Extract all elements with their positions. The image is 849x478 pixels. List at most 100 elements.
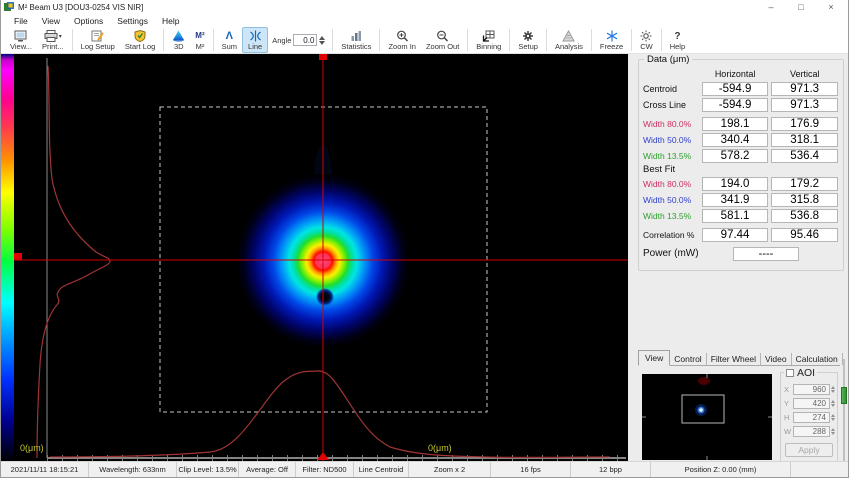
power-value: ---- <box>733 247 799 261</box>
zoom-in-icon <box>396 30 409 43</box>
print-button[interactable]: ▾ Print... <box>37 27 69 53</box>
toolbar-separator <box>467 29 468 51</box>
maximize-button[interactable]: □ <box>786 0 816 14</box>
line-profile-icon <box>249 30 262 43</box>
zoom-out-button[interactable]: Zoom Out <box>421 27 464 53</box>
aoi-apply-button[interactable]: Apply <box>785 443 833 457</box>
toolbar-separator <box>72 29 73 51</box>
table-row-correlation: Correlation % 97.44 95.46 <box>641 227 841 243</box>
status-spacer <box>791 462 848 477</box>
toolbar-separator <box>509 29 510 51</box>
aoi-w-input[interactable]: 288 <box>793 426 830 437</box>
analysis-button[interactable]: Analysis <box>550 27 588 53</box>
best-fit-label: Best Fit <box>641 164 841 176</box>
camera-preview[interactable] <box>642 374 772 460</box>
bestfit-width80-vertical-value: 179.2 <box>771 177 838 191</box>
aoi-y-spin-up-icon[interactable] <box>831 400 835 403</box>
angle-spin-down-icon[interactable] <box>319 41 325 45</box>
beam-display[interactable]: 0(μm) 0(μm) <box>14 54 628 461</box>
gear-icon <box>522 30 534 43</box>
gain-slider <box>841 359 847 461</box>
aoi-w-spin-up-icon[interactable] <box>831 428 835 431</box>
width135-horizontal-value: 578.2 <box>702 149 769 163</box>
preview-red-glow <box>698 377 710 385</box>
crosshair-top-handle[interactable] <box>319 54 327 60</box>
toolbar: View... ▾ Print... Log Setup Start Log <box>1 27 848 54</box>
aoi-h-spin-down-icon[interactable] <box>831 418 835 421</box>
aoi-checkbox[interactable] <box>786 369 794 377</box>
menu-options[interactable]: Options <box>67 16 110 26</box>
menu-bar: File View Options Settings Help <box>1 14 848 27</box>
start-log-button[interactable]: Start Log <box>120 27 160 53</box>
sum-peak-icon: Λ <box>226 30 233 43</box>
close-button[interactable]: × <box>816 0 846 14</box>
menu-help[interactable]: Help <box>155 16 186 26</box>
bestfit-width50-vertical-value: 315.8 <box>771 193 838 207</box>
aoi-h-spin-up-icon[interactable] <box>831 414 835 417</box>
status-bar: 2021/11/11 18:15:21 Wavelength: 633nm Cl… <box>1 461 848 477</box>
bestfit-width80-horizontal-value: 194.0 <box>702 177 769 191</box>
angle-input[interactable]: 0.0 <box>293 34 317 46</box>
binning-icon <box>482 30 495 43</box>
table-row-width80: Width 80.0% 198.1 176.9 <box>641 116 841 132</box>
m2-button[interactable]: M² M² <box>190 27 209 53</box>
angle-control: Angle 0.0 <box>268 34 329 46</box>
centroid-vertical-value: 971.3 <box>771 82 838 96</box>
analysis-icon <box>562 30 575 43</box>
menu-file[interactable]: File <box>7 16 35 26</box>
correlation-horizontal-value: 97.44 <box>702 228 769 242</box>
view-button[interactable]: View... <box>5 27 37 53</box>
angle-label: Angle <box>272 36 291 45</box>
toolbar-separator <box>631 29 632 51</box>
help-button[interactable]: ? Help <box>665 27 690 53</box>
aoi-panel: AOI X 960 Y 420 H 274 <box>780 372 838 462</box>
log-setup-icon <box>91 30 104 43</box>
minimize-button[interactable]: – <box>756 0 786 14</box>
freeze-button[interactable]: Freeze <box>595 27 628 53</box>
aoi-x-input[interactable]: 960 <box>793 384 830 395</box>
tab-control[interactable]: Control <box>670 353 706 365</box>
title-bar: M² Beam U3 [DOU3-0254 VIS NIR] – □ × <box>1 0 848 14</box>
bestfit-width135-horizontal-value: 581.1 <box>702 209 769 223</box>
aoi-y-input[interactable]: 420 <box>793 398 830 409</box>
log-setup-button[interactable]: Log Setup <box>76 27 120 53</box>
aoi-y-spin-down-icon[interactable] <box>831 404 835 407</box>
binning-button[interactable]: Binning <box>471 27 506 53</box>
tab-calculation[interactable]: Calculation <box>792 353 843 365</box>
centroid-horizontal-value: -594.9 <box>702 82 769 96</box>
crossline-vertical-value: 971.3 <box>771 98 838 112</box>
statistics-button[interactable]: Statistics <box>336 27 376 53</box>
sum-button[interactable]: Λ Sum <box>217 27 242 53</box>
data-panel: Data (μm) Horizontal Vertical Centroid -… <box>638 59 844 271</box>
slider-thumb[interactable] <box>841 387 847 404</box>
zoom-in-button[interactable]: Zoom In <box>383 27 421 53</box>
tab-view[interactable]: View <box>638 350 670 366</box>
aoi-w-spin-down-icon[interactable] <box>831 432 835 435</box>
beam-dark-spot <box>316 288 334 306</box>
aoi-x-spin-down-icon[interactable] <box>831 390 835 393</box>
cw-button[interactable]: CW <box>635 27 658 53</box>
monitor-icon <box>14 30 27 43</box>
line-button[interactable]: Line <box>242 27 268 53</box>
table-row-width50: Width 50.0% 340.4 318.1 <box>641 132 841 148</box>
tab-filter-wheel[interactable]: Filter Wheel <box>707 353 761 365</box>
m-squared-icon: M² <box>195 30 204 43</box>
menu-settings[interactable]: Settings <box>110 16 155 26</box>
width80-vertical-value: 176.9 <box>771 117 838 131</box>
main-area: 0(μm) 0(μm) Data (μm) Horizontal Vertica… <box>1 54 848 461</box>
bestfit-width135-vertical-value: 536.8 <box>771 209 838 223</box>
intensity-colorbar <box>1 54 14 461</box>
aoi-x-spin-up-icon[interactable] <box>831 386 835 389</box>
menu-view[interactable]: View <box>35 16 67 26</box>
data-table-header: Horizontal Vertical <box>641 67 841 81</box>
aoi-row-w: W 288 <box>784 425 835 437</box>
aoi-h-input[interactable]: 274 <box>793 412 830 423</box>
angle-spin-up-icon[interactable] <box>319 36 325 40</box>
data-table: Horizontal Vertical Centroid -594.9 971.… <box>641 67 841 262</box>
3d-button[interactable]: 3D <box>167 27 190 53</box>
status-wavelength: Wavelength: 633nm <box>89 462 177 477</box>
crosshair-left-handle[interactable] <box>14 253 22 260</box>
setup-button[interactable]: Setup <box>513 27 543 53</box>
tab-video[interactable]: Video <box>761 353 792 365</box>
aoi-row-y: Y 420 <box>784 397 835 409</box>
